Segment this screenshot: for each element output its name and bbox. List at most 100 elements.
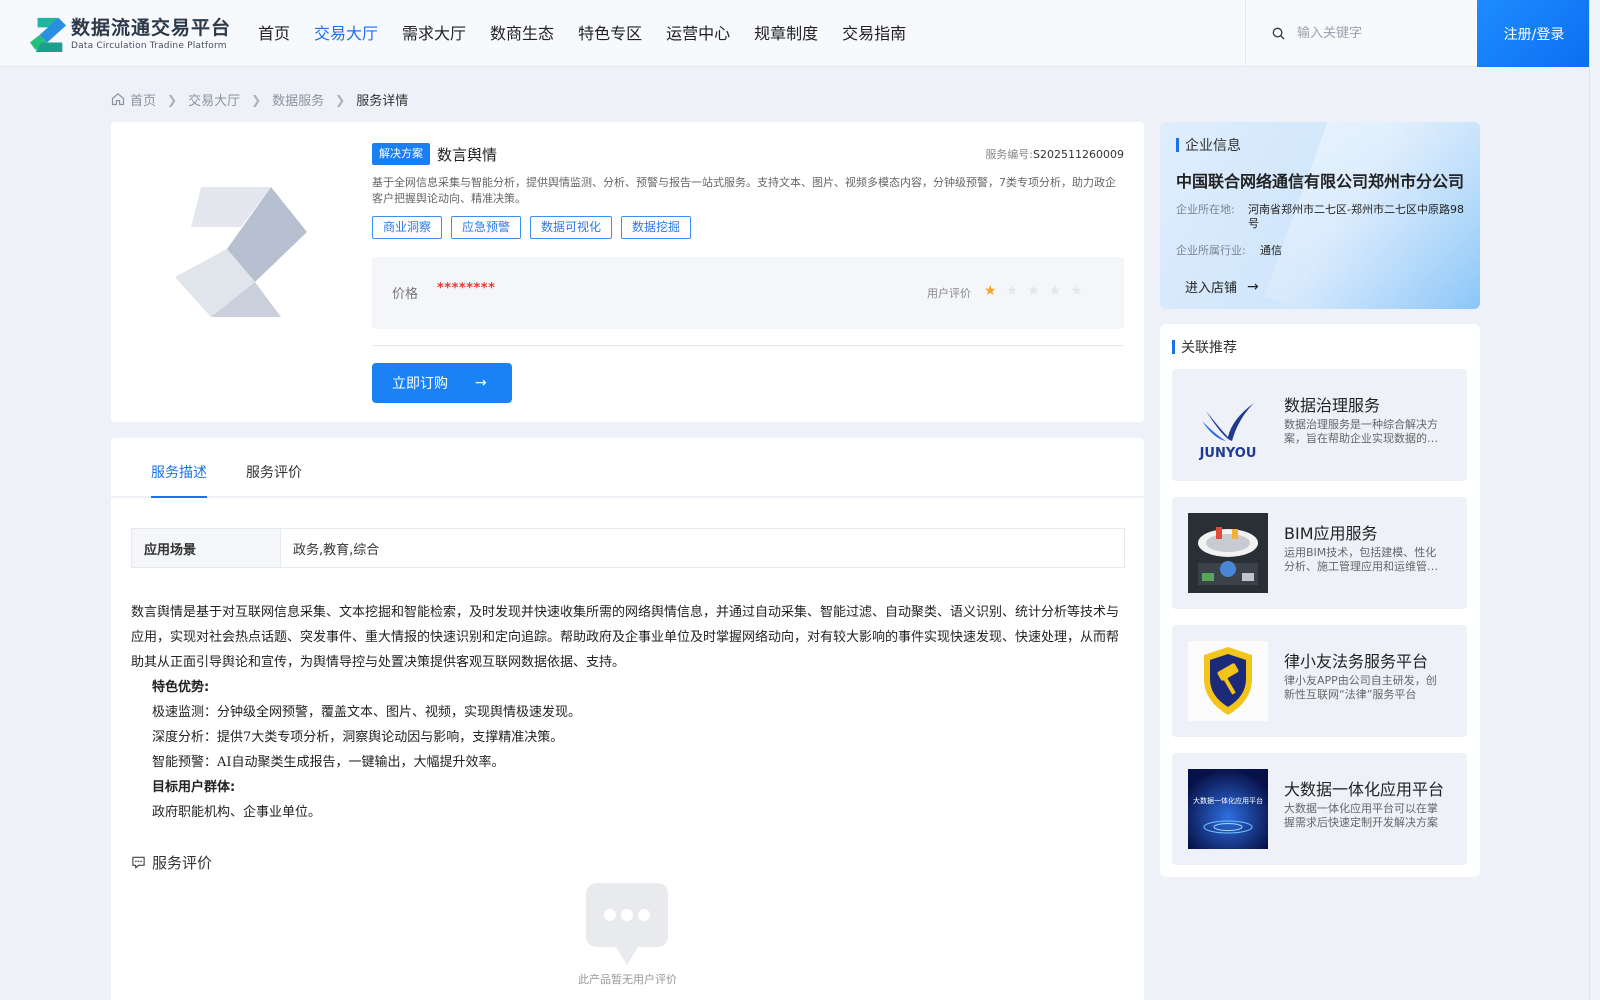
title-accent-bar <box>1176 138 1179 152</box>
home-icon[interactable] <box>111 92 130 108</box>
related-desc: 大数据一体化应用平台可以在掌握需求后快速定制开发解决方案 <box>1284 802 1438 829</box>
star-icon: ★ <box>1070 283 1083 299</box>
nav-demand-hall[interactable]: 需求大厅 <box>402 22 466 46</box>
nav-trading-guide[interactable]: 交易指南 <box>842 22 906 46</box>
junyou-logo-icon: JUNYOU <box>1199 403 1257 461</box>
nav-operation-center[interactable]: 运营中心 <box>666 22 730 46</box>
service-number-value: S202511260009 <box>1033 148 1124 161</box>
related-title: 律小友法务服务平台 <box>1284 652 1429 671</box>
company-section-title: 企业信息 <box>1176 135 1241 155</box>
tag-item[interactable]: 数据可视化 <box>530 216 613 239</box>
top-header: 数据流通交易平台 Data Circulation Tradine Platfo… <box>0 0 1591 67</box>
related-recommendations: 关联推荐 JUNYOU 数据治理服务 数据治理服务是一种综合解决方案，旨在帮助企… <box>1160 324 1480 877</box>
rating-stars: ★ ★ ★ ★ ★ <box>984 283 1092 299</box>
order-now-button[interactable]: 立即订购 → <box>372 363 512 403</box>
product-title: 数言舆情 <box>437 145 498 164</box>
type-badge: 解决方案 <box>372 143 430 165</box>
service-number-label: 服务编号: <box>985 148 1034 161</box>
tag-item[interactable]: 商业洞察 <box>372 216 443 239</box>
chevron-right-icon: ❯ <box>335 92 346 107</box>
page-scrollbar[interactable] <box>1589 0 1600 1000</box>
main-nav: 首页 交易大厅 需求大厅 数商生态 特色专区 运营中心 规章制度 交易指南 <box>258 22 930 46</box>
related-item[interactable]: 律小友法务服务平台 律小友APP由公司自主研发，创新性互联网“法律”服务平台 <box>1172 625 1467 737</box>
service-number: 服务编号:S202511260009 <box>985 146 1124 162</box>
product-summary-card: 解决方案 数言舆情 服务编号:S202511260009 基于全网信息采集与智能… <box>111 122 1144 422</box>
tag-item[interactable]: 数据挖掘 <box>621 216 692 239</box>
related-title: 大数据一体化应用平台 <box>1284 780 1445 799</box>
product-placeholder-image <box>175 187 307 317</box>
big-data-platform-image: 大数据一体化应用平台 <box>1188 769 1268 849</box>
shield-gavel-icon <box>1188 641 1268 721</box>
price-value: ******** <box>437 281 496 296</box>
rating-label: 用户评价 <box>927 287 971 300</box>
address-label: 企业所在地: <box>1176 203 1235 216</box>
empty-review-text: 此产品暂无用户评价 <box>578 973 677 986</box>
target-users-value: 政府职能机构、企事业单位。 <box>152 805 322 820</box>
order-now-label: 立即订购 <box>392 376 448 392</box>
logo-title: 数据流通交易平台 <box>71 17 232 39</box>
comment-icon <box>132 856 145 869</box>
product-description: 基于全网信息采集与智能分析，提供舆情监测、分析、预警与报告一站式服务。支持文本、… <box>372 176 1116 205</box>
review-section-label: 服务评价 <box>152 854 213 872</box>
search-box <box>1245 0 1477 67</box>
star-icon: ★ <box>1048 283 1062 299</box>
related-thumb-text: JUNYOU <box>1199 446 1257 461</box>
intro-paragraph: 数言舆情是基于对互联网信息采集、文本挖掘和智能检索，及时发现并快速收集所需的网络… <box>131 605 1120 670</box>
nav-home[interactable]: 首页 <box>258 22 290 46</box>
search-icon <box>1272 27 1285 40</box>
arrow-right-icon: → <box>475 375 487 391</box>
related-thumb: 大数据一体化应用平台 <box>1188 769 1268 849</box>
advantages-title: 特色优势: <box>152 680 210 695</box>
price-label: 价格 <box>392 287 419 302</box>
tab-service-reviews[interactable]: 服务评价 <box>246 462 302 496</box>
breadcrumb-home[interactable]: 首页 <box>130 90 156 109</box>
advantage-item: 智能预警：AI自动聚类生成报告，一键输出，大幅提升效率。 <box>152 755 505 770</box>
target-users-title: 目标用户群体: <box>152 780 236 795</box>
service-description: 数言舆情是基于对互联网信息采集、文本挖掘和智能检索，及时发现并快速收集所需的网络… <box>131 600 1127 825</box>
related-desc: 数据治理服务是一种综合解决方案，旨在帮助企业实现数据的规范化管理与应用 <box>1284 418 1438 445</box>
breadcrumb-current: 服务详情 <box>356 94 409 109</box>
company-info-card: 企业信息 中国联合网络通信有限公司郑州市分公司 企业所在地: 河南省郑州市二七区… <box>1160 122 1480 309</box>
divider <box>372 345 1124 346</box>
related-item[interactable]: JUNYOU 数据治理服务 数据治理服务是一种综合解决方案，旨在帮助企业实现数据… <box>1172 369 1467 481</box>
chevron-right-icon: ❯ <box>167 92 178 107</box>
empty-comment-icon <box>586 883 668 965</box>
related-thumb-text: 大数据一体化应用平台 <box>1193 796 1263 805</box>
related-item[interactable]: BIM应用服务 运用BIM技术，包括建模、性化分析、施工管理应用和运维管理等全生… <box>1172 497 1467 609</box>
company-industry-row: 企业所属行业: 通信 <box>1176 244 1478 258</box>
breadcrumb-data-service[interactable]: 数据服务 <box>272 90 324 109</box>
star-icon: ★ <box>1005 283 1019 299</box>
related-section-label: 关联推荐 <box>1181 340 1237 356</box>
nav-regulations[interactable]: 规章制度 <box>754 22 818 46</box>
industry-value: 通信 <box>1260 244 1282 257</box>
tab-service-description[interactable]: 服务描述 <box>151 462 207 498</box>
related-desc: 运用BIM技术，包括建模、性化分析、施工管理应用和运维管理等全生命周期服务 <box>1284 546 1438 573</box>
breadcrumb-trading-hall[interactable]: 交易大厅 <box>188 90 240 109</box>
service-detail-panel: 服务描述 服务评价 应用场景 政务,教育,综合 数言舆情是基于对互联网信息采集、… <box>111 438 1144 1000</box>
related-thumb <box>1188 641 1268 721</box>
star-icon: ★ <box>984 283 997 299</box>
enter-store-link[interactable]: 进入店铺 → <box>1185 277 1259 297</box>
bim-image-icon <box>1188 513 1268 593</box>
search-input[interactable] <box>1297 26 1467 41</box>
logo-subtitle: Data Circulation Tradine Platform <box>71 41 227 51</box>
register-login-button[interactable]: 注册/登录 <box>1477 0 1591 67</box>
related-thumb: JUNYOU <box>1188 385 1268 465</box>
nav-featured-zone[interactable]: 特色专区 <box>578 22 642 46</box>
nav-ecosystem[interactable]: 数商生态 <box>490 22 554 46</box>
related-item[interactable]: 大数据一体化应用平台 大数据一体化应用平台 大数据一体化应用平台可以在掌握需求后… <box>1172 753 1467 865</box>
breadcrumb: 首页 ❯ 交易大厅 ❯ 数据服务 ❯ 服务详情 <box>111 90 408 109</box>
industry-label: 企业所属行业: <box>1176 244 1246 257</box>
related-title: BIM应用服务 <box>1284 524 1378 543</box>
nav-trading-hall[interactable]: 交易大厅 <box>314 22 378 46</box>
advantage-item: 深度分析：提供7大类专项分析，洞察舆论动因与影响，支撑精准决策。 <box>152 730 564 745</box>
platform-logo[interactable]: 数据流通交易平台 Data Circulation Tradine Platfo… <box>30 14 231 54</box>
detail-tabs: 服务描述 服务评价 <box>111 438 1144 498</box>
scene-label: 应用场景 <box>132 529 281 567</box>
related-desc: 律小友APP由公司自主研发，创新性互联网“法律”服务平台 <box>1284 674 1437 701</box>
application-scene-row: 应用场景 政务,教育,综合 <box>131 528 1125 568</box>
related-thumb <box>1188 513 1268 593</box>
enter-store-label: 进入店铺 <box>1185 281 1238 296</box>
tag-item[interactable]: 应急预警 <box>451 216 522 239</box>
star-icon: ★ <box>1027 283 1040 299</box>
